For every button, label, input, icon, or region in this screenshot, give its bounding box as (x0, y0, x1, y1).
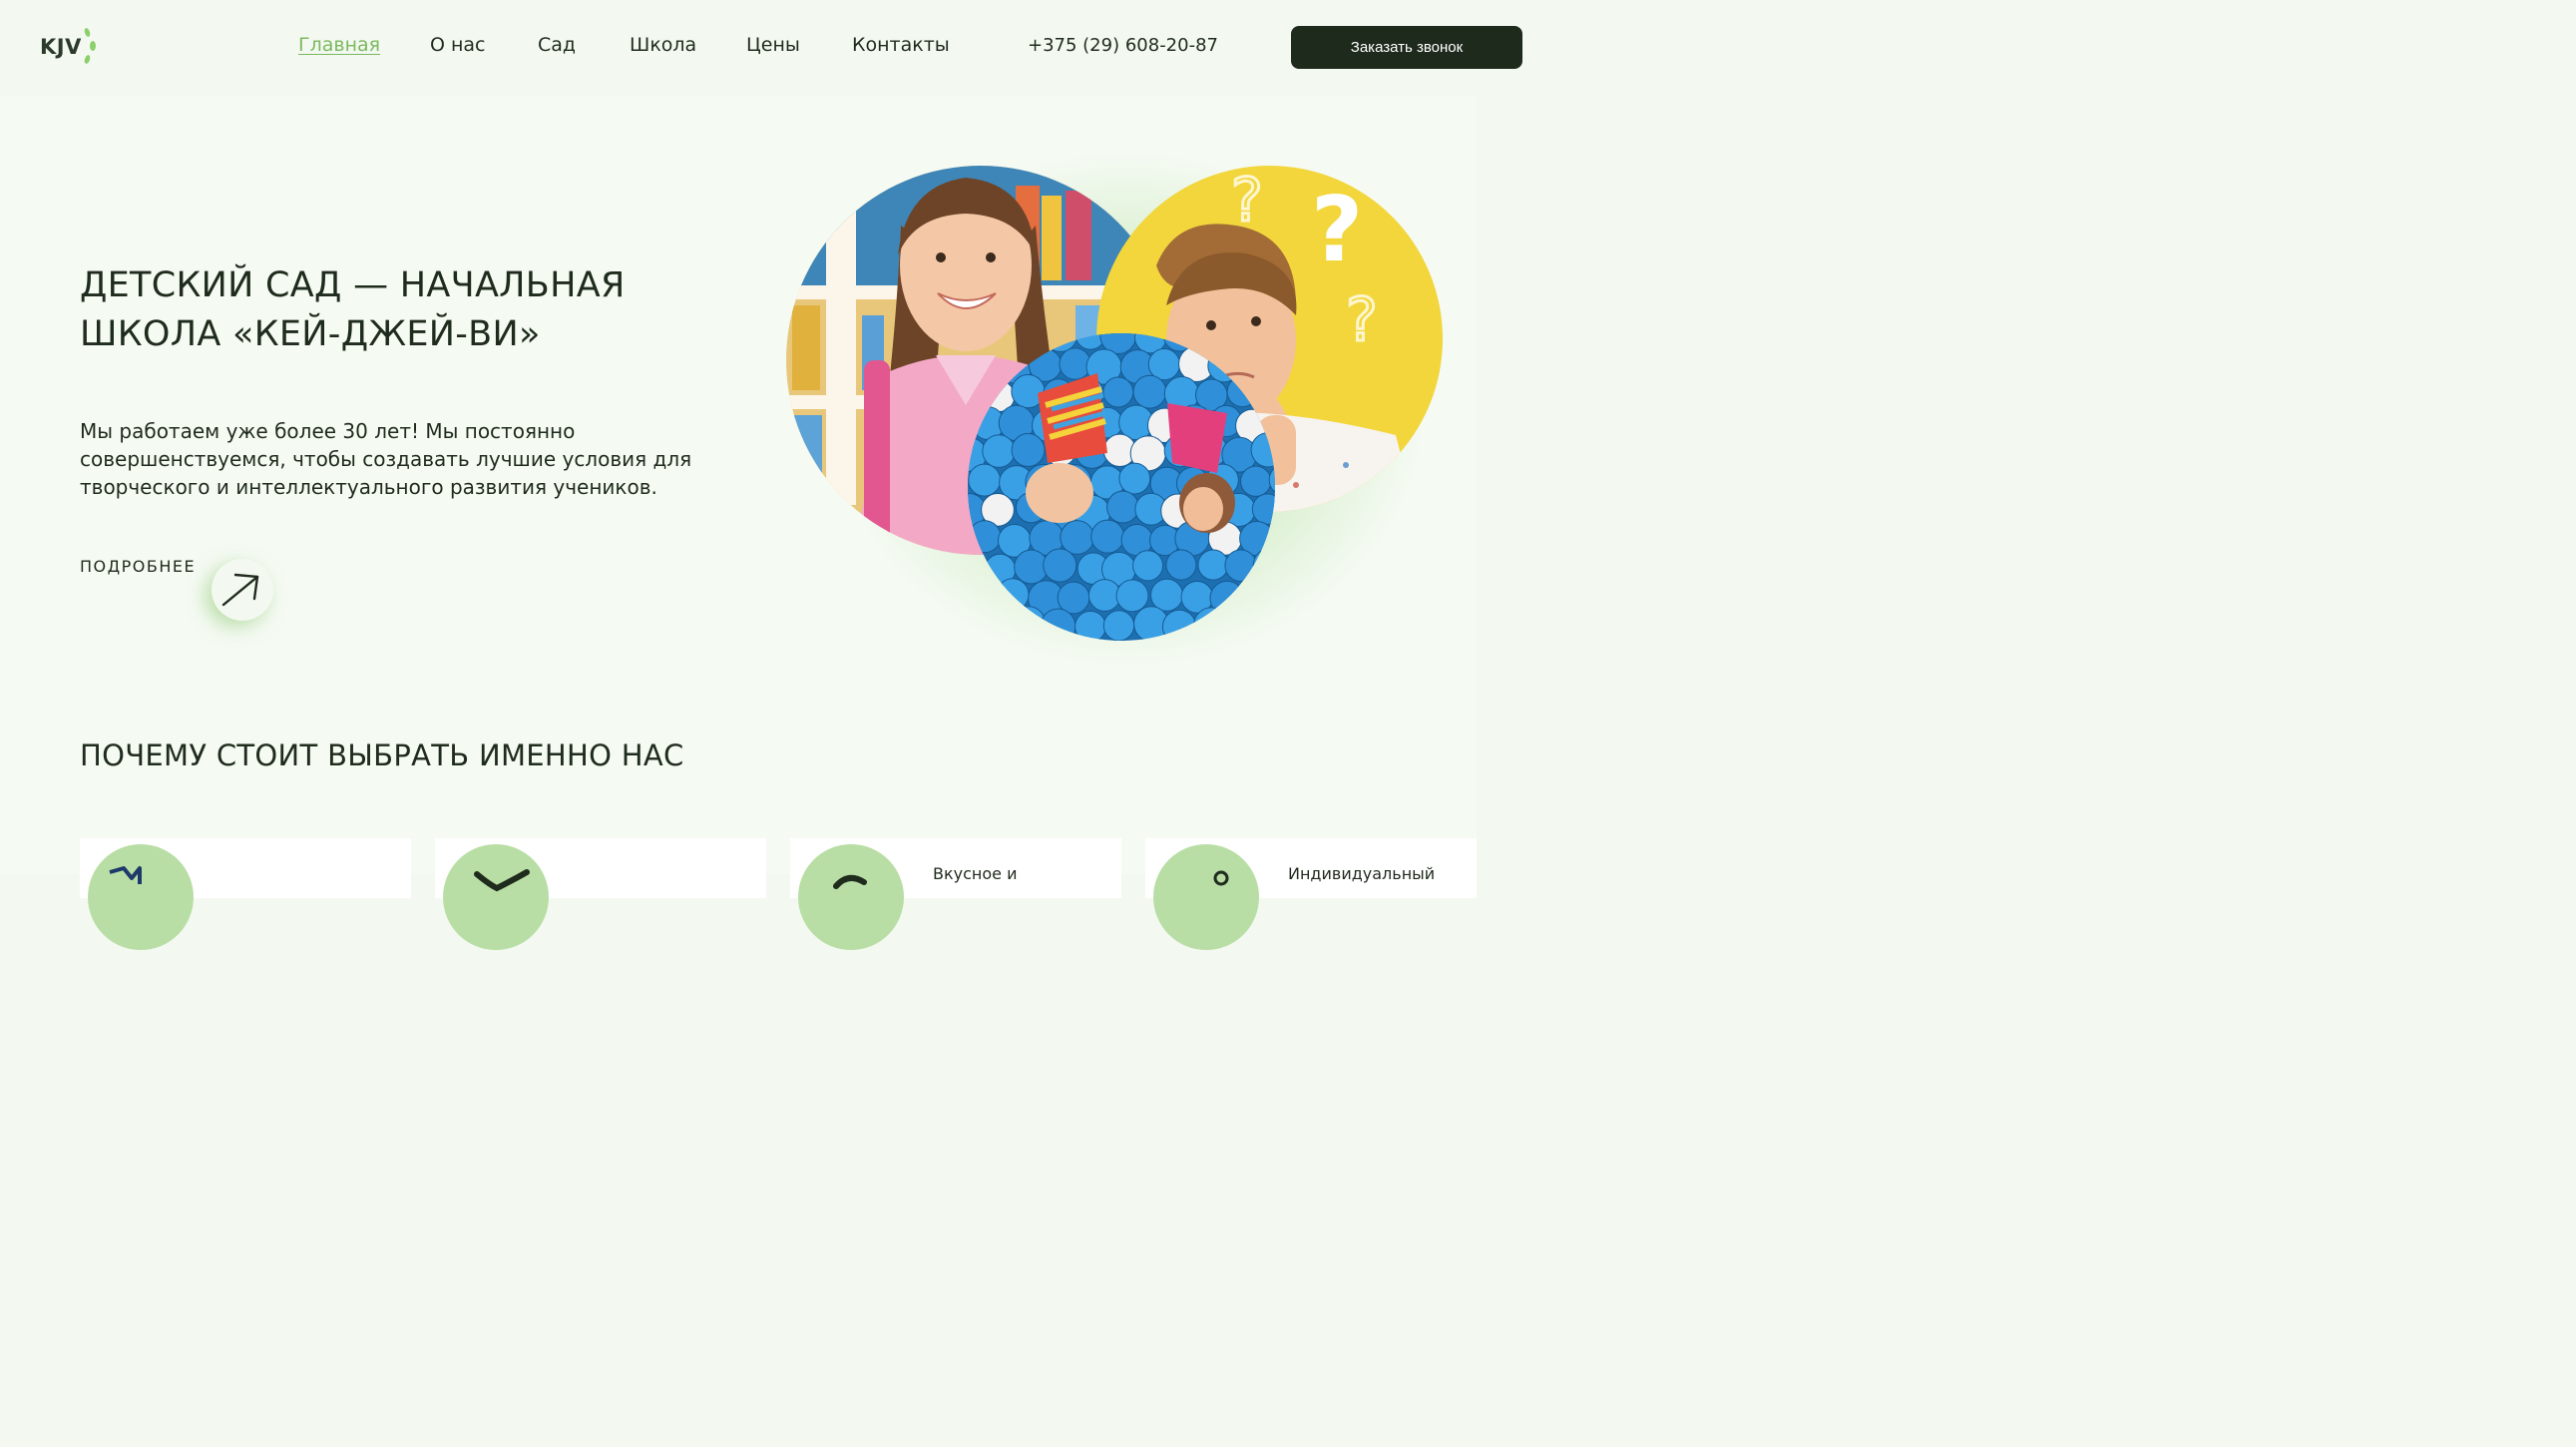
feature-card: Вкусное и (790, 838, 1121, 950)
feature-card (80, 838, 411, 950)
logo-text: KJV (40, 35, 82, 59)
feature-card-title: Вкусное и (933, 864, 1018, 883)
hero-title: ДЕТСКИЙ САД — НАЧАЛЬНАЯ ШКОЛА «КЕЙ-ДЖЕЙ-… (80, 265, 626, 354)
food-icon (798, 844, 904, 950)
nav-home[interactable]: Главная (298, 34, 380, 56)
photo-kids-in-ball-pit (968, 333, 1275, 641)
svg-text:?: ? (1311, 178, 1363, 282)
more-circle-button[interactable] (212, 559, 273, 621)
more-label: ПОДРОБНЕЕ (80, 557, 197, 576)
person-icon (1153, 844, 1259, 950)
nav-about[interactable]: О нас (430, 34, 486, 56)
more-link[interactable]: ПОДРОБНЕЕ (80, 557, 273, 621)
bird-icon (443, 844, 549, 950)
book-icon (88, 844, 194, 950)
feature-card: Индивидуальный (1145, 838, 1477, 950)
nav-school[interactable]: Школа (630, 34, 696, 56)
phone-link[interactable]: +375 (29) 608-20-87 (1028, 35, 1218, 56)
feature-card (435, 838, 766, 950)
nav-kindergarten[interactable]: Сад (538, 34, 576, 56)
nav-prices[interactable]: Цены (746, 34, 800, 56)
order-call-button[interactable]: Заказать звонок (1291, 26, 1522, 69)
nav-contacts[interactable]: Контакты (852, 34, 950, 56)
svg-text:?: ? (1231, 166, 1263, 236)
why-us-title: ПОЧЕМУ СТОИТ ВЫБРАТЬ ИМЕННО НАС (80, 738, 684, 772)
feature-card-title: Индивидуальный (1288, 864, 1436, 883)
arrow-up-right-icon (221, 573, 259, 607)
logo-leaf-icon (83, 26, 97, 68)
logo[interactable]: KJV (40, 26, 97, 68)
svg-text:?: ? (1346, 285, 1378, 355)
hero-description: Мы работаем уже более 30 лет! Мы постоян… (80, 419, 692, 499)
